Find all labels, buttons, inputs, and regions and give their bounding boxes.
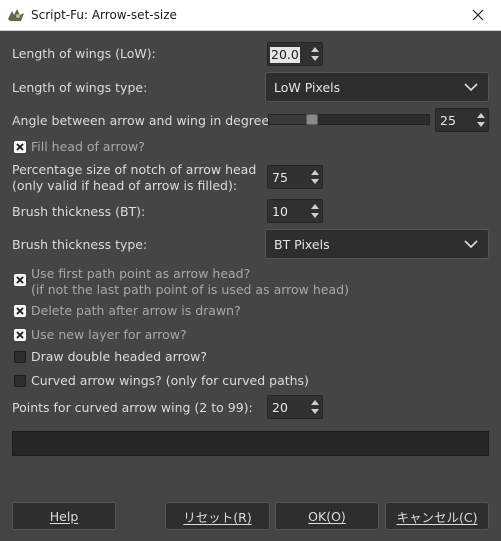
spin-down-icon[interactable] <box>311 409 319 414</box>
spin-down-icon[interactable] <box>477 122 485 127</box>
bt-spinner[interactable]: 10 <box>267 199 323 223</box>
curve-points-spinner-arrows[interactable] <box>308 396 322 418</box>
reset-button[interactable]: リセット(R) <box>165 502 270 530</box>
chevron-down-icon <box>464 83 478 92</box>
spin-up-icon[interactable] <box>311 400 319 405</box>
check-x-icon <box>16 276 24 284</box>
low-type-value: LoW Pixels <box>274 80 341 95</box>
wilber-icon <box>8 9 24 21</box>
delete-path-label: Delete path after arrow is drawn? <box>31 303 241 318</box>
check-x-icon <box>16 331 24 339</box>
notch-spinner[interactable]: 75 <box>267 165 323 189</box>
bt-value[interactable]: 10 <box>272 204 288 220</box>
angle-slider[interactable] <box>268 114 430 125</box>
ok-button[interactable]: OK(O) <box>275 502 379 530</box>
low-spinner-arrows[interactable] <box>308 43 322 65</box>
first-point-label-line2: (if not the last path point of is used a… <box>31 282 349 297</box>
double-headed-checkbox[interactable] <box>14 351 26 363</box>
progress-bar <box>12 431 489 456</box>
curve-points-label: Points for curved arrow wing (2 to 99): <box>12 400 253 415</box>
angle-spinner[interactable]: 25 <box>435 108 489 132</box>
window-title: Script-Fu: Arrow-set-size <box>31 8 177 22</box>
angle-label: Angle between arrow and wing in degrees: <box>12 113 280 128</box>
angle-slider-fill <box>269 115 306 124</box>
notch-spinner-arrows[interactable] <box>308 166 322 188</box>
angle-value[interactable]: 25 <box>440 113 456 129</box>
curved-wings-label: Curved arrow wings? (only for curved pat… <box>31 373 309 388</box>
first-point-checkbox[interactable] <box>14 274 26 286</box>
low-value[interactable]: 20.0 <box>270 47 300 63</box>
check-x-icon <box>16 143 24 151</box>
curved-wings-checkbox[interactable] <box>14 375 26 387</box>
bt-type-label: Brush thickness type: <box>12 237 148 252</box>
angle-spinner-arrows[interactable] <box>474 109 488 131</box>
chevron-down-icon <box>464 240 478 249</box>
spin-up-icon[interactable] <box>311 47 319 52</box>
bt-type-select[interactable]: BT Pixels <box>265 229 489 259</box>
low-spinner[interactable]: 20.0 <box>267 42 323 66</box>
curve-points-spinner[interactable]: 20 <box>267 395 323 419</box>
delete-path-checkbox[interactable] <box>14 305 26 317</box>
notch-label-line1: Percentage size of notch of arrow head <box>12 162 257 177</box>
low-type-select[interactable]: LoW Pixels <box>265 72 489 102</box>
first-point-label-line1: Use first path point as arrow head? <box>31 266 251 281</box>
low-type-label: Length of wings type: <box>12 80 148 95</box>
spin-up-icon[interactable] <box>477 113 485 118</box>
bt-label: Brush thickness (BT): <box>12 204 146 219</box>
spin-up-icon[interactable] <box>311 204 319 209</box>
help-button[interactable]: Help <box>12 502 116 530</box>
spin-up-icon[interactable] <box>311 170 319 175</box>
bt-type-value: BT Pixels <box>274 237 330 252</box>
spin-down-icon[interactable] <box>311 179 319 184</box>
title-bar: Script-Fu: Arrow-set-size <box>0 0 501 31</box>
spin-down-icon[interactable] <box>311 213 319 218</box>
cancel-button[interactable]: キャンセル(C) <box>385 502 489 530</box>
fill-head-checkbox[interactable] <box>14 141 26 153</box>
new-layer-label: Use new layer for arrow? <box>31 327 187 342</box>
low-label: Length of wings (LoW): <box>12 46 156 61</box>
angle-slider-thumb[interactable] <box>306 114 318 125</box>
close-button[interactable] <box>455 0 501 30</box>
check-x-icon <box>16 307 24 315</box>
close-icon <box>472 9 484 21</box>
notch-label-line2: (only valid if head of arrow is filled): <box>12 178 238 193</box>
bt-spinner-arrows[interactable] <box>308 200 322 222</box>
fill-head-label: Fill head of arrow? <box>31 139 145 154</box>
spin-down-icon[interactable] <box>311 56 319 61</box>
curve-points-value[interactable]: 20 <box>272 400 288 416</box>
notch-value[interactable]: 75 <box>272 170 288 186</box>
double-headed-label: Draw double headed arrow? <box>31 349 207 364</box>
new-layer-checkbox[interactable] <box>14 329 26 341</box>
